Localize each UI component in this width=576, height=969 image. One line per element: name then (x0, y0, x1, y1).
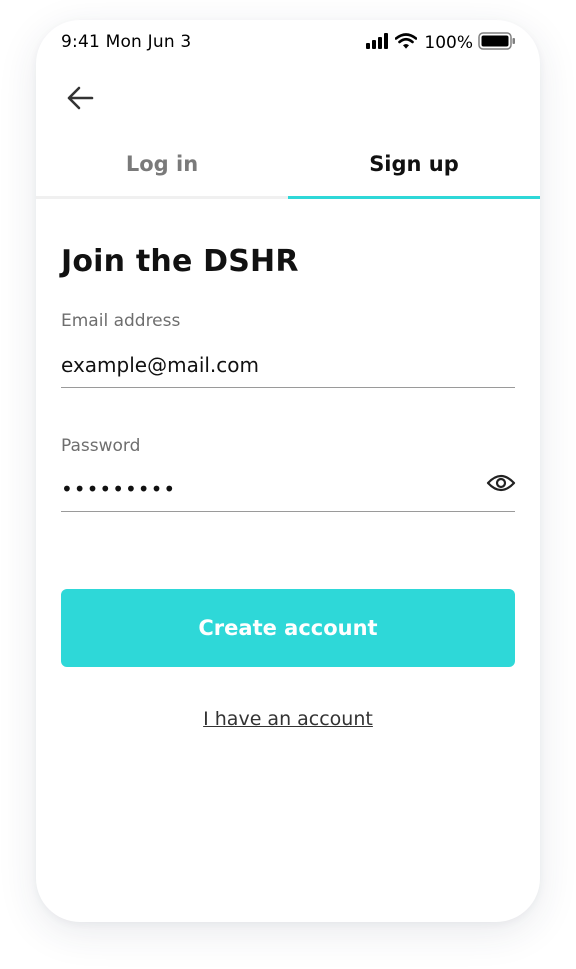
password-field[interactable] (61, 466, 515, 512)
battery-icon (478, 32, 516, 54)
wifi-icon (395, 33, 418, 53)
email-label: Email address (61, 311, 181, 331)
active-tab-indicator (288, 196, 540, 199)
back-button[interactable] (62, 82, 98, 118)
auth-tabs: Log in Sign up (36, 148, 540, 199)
create-account-button[interactable]: Create account (61, 589, 515, 667)
page-title: Join the DSHR (61, 244, 299, 279)
have-account-link[interactable]: I have an account (36, 708, 540, 730)
arrow-left-icon (65, 85, 95, 115)
status-time: 9:41 Mon Jun 3 (61, 32, 192, 52)
tab-sign-up[interactable]: Sign up (288, 148, 540, 196)
show-password-button[interactable] (484, 470, 518, 500)
email-field[interactable] (61, 342, 515, 388)
password-label: Password (61, 436, 141, 456)
eye-icon (486, 472, 516, 498)
signal-icon (366, 33, 390, 53)
tab-log-in[interactable]: Log in (36, 148, 288, 196)
phone-screen: 9:41 Mon Jun 3 100% Log in Sign up Join … (36, 20, 540, 922)
status-indicators: 100% (366, 32, 516, 54)
status-bar: 9:41 Mon Jun 3 100% (36, 20, 540, 64)
battery-percent: 100% (424, 33, 473, 53)
